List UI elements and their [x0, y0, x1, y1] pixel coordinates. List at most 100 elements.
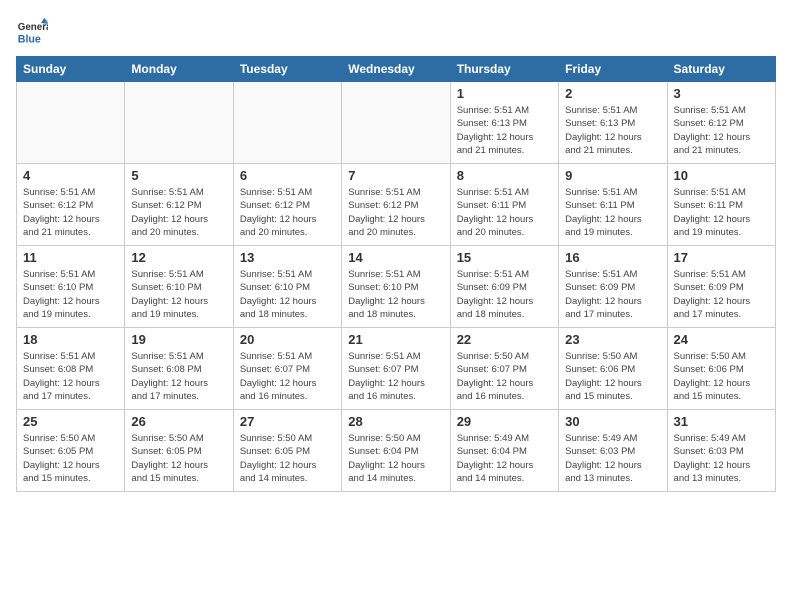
calendar-cell: 5Sunrise: 5:51 AMSunset: 6:12 PMDaylight…: [125, 164, 233, 246]
day-number: 14: [348, 250, 443, 265]
logo: General Blue: [16, 16, 52, 48]
calendar-header-row: SundayMondayTuesdayWednesdayThursdayFrid…: [17, 57, 776, 82]
day-number: 18: [23, 332, 118, 347]
weekday-header: Sunday: [17, 57, 125, 82]
day-info: Sunrise: 5:50 AMSunset: 6:05 PMDaylight:…: [131, 432, 226, 485]
day-info: Sunrise: 5:51 AMSunset: 6:11 PMDaylight:…: [565, 186, 660, 239]
calendar-cell: 3 Sunrise: 5:51 AMSunset: 6:12 PMDaylight…: [667, 82, 775, 164]
calendar-cell: 26 Sunrise: 5:50 AMSunset: 6:05 PMDayligh…: [125, 410, 233, 492]
day-info: Sunrise: 5:50 AMSunset: 6:06 PMDaylight:…: [674, 350, 769, 403]
day-info: Sunrise: 5:51 AMSunset: 6:11 PMDaylight:…: [674, 186, 769, 239]
calendar-cell: 17 Sunrise: 5:51 AMSunset: 6:09 PMDayligh…: [667, 246, 775, 328]
day-info: Sunrise: 5:51 AMSunset: 6:08 PMDaylight:…: [131, 350, 226, 403]
calendar-cell: [125, 82, 233, 164]
day-number: 17: [674, 250, 769, 265]
calendar-cell: 9 Sunrise: 5:51 AMSunset: 6:11 PMDaylight…: [559, 164, 667, 246]
day-info: Sunrise: 5:51 AMSunset: 6:13 PMDaylight:…: [565, 104, 660, 157]
day-number: 25: [23, 414, 118, 429]
day-info: Sunrise: 5:50 AMSunset: 6:07 PMDaylight:…: [457, 350, 552, 403]
day-number: 3: [674, 86, 769, 101]
calendar-cell: 16 Sunrise: 5:51 AMSunset: 6:09 PMDayligh…: [559, 246, 667, 328]
day-number: 1: [457, 86, 552, 101]
calendar-cell: 18 Sunrise: 5:51 AMSunset: 6:08 PMDayligh…: [17, 328, 125, 410]
calendar-cell: 21 Sunrise: 5:51 AMSunset: 6:07 PMDayligh…: [342, 328, 450, 410]
page-header: General Blue: [16, 16, 776, 48]
weekday-header: Wednesday: [342, 57, 450, 82]
weekday-header: Thursday: [450, 57, 558, 82]
weekday-header: Saturday: [667, 57, 775, 82]
calendar-cell: [17, 82, 125, 164]
day-number: 7: [348, 168, 443, 183]
calendar-cell: 4 Sunrise: 5:51 AMSunset: 6:12 PMDaylight…: [17, 164, 125, 246]
calendar-week-row: 4 Sunrise: 5:51 AMSunset: 6:12 PMDaylight…: [17, 164, 776, 246]
day-info: Sunrise: 5:51 AMSunset: 6:08 PMDaylight:…: [23, 350, 118, 403]
calendar-cell: 12Sunrise: 5:51 AMSunset: 6:10 PMDayligh…: [125, 246, 233, 328]
calendar-week-row: 1 Sunrise: 5:51 AMSunset: 6:13 PMDaylight…: [17, 82, 776, 164]
day-info: Sunrise: 5:51 AMSunset: 6:13 PMDaylight:…: [457, 104, 552, 157]
calendar-cell: 8 Sunrise: 5:51 AMSunset: 6:11 PMDaylight…: [450, 164, 558, 246]
logo-icon: General Blue: [16, 16, 48, 48]
day-number: 16: [565, 250, 660, 265]
calendar-cell: [233, 82, 341, 164]
weekday-header: Monday: [125, 57, 233, 82]
day-info: Sunrise: 5:51 AMSunset: 6:10 PMDaylight:…: [348, 268, 443, 321]
day-number: 8: [457, 168, 552, 183]
day-info: Sunrise: 5:51 AMSunset: 6:09 PMDaylight:…: [565, 268, 660, 321]
calendar-cell: 28 Sunrise: 5:50 AMSunset: 6:04 PMDayligh…: [342, 410, 450, 492]
calendar-body: 1 Sunrise: 5:51 AMSunset: 6:13 PMDaylight…: [17, 82, 776, 492]
calendar-table: SundayMondayTuesdayWednesdayThursdayFrid…: [16, 56, 776, 492]
day-info: Sunrise: 5:51 AMSunset: 6:07 PMDaylight:…: [348, 350, 443, 403]
weekday-header: Friday: [559, 57, 667, 82]
calendar-cell: 27 Sunrise: 5:50 AMSunset: 6:05 PMDayligh…: [233, 410, 341, 492]
calendar-cell: 20 Sunrise: 5:51 AMSunset: 6:07 PMDayligh…: [233, 328, 341, 410]
day-number: 23: [565, 332, 660, 347]
calendar-week-row: 18 Sunrise: 5:51 AMSunset: 6:08 PMDayligh…: [17, 328, 776, 410]
day-info: Sunrise: 5:51 AMSunset: 6:12 PMDaylight:…: [23, 186, 118, 239]
day-info: Sunrise: 5:51 AMSunset: 6:10 PMDaylight:…: [240, 268, 335, 321]
day-number: 20: [240, 332, 335, 347]
day-info: Sunrise: 5:50 AMSunset: 6:06 PMDaylight:…: [565, 350, 660, 403]
day-number: 2: [565, 86, 660, 101]
day-info: Sunrise: 5:51 AMSunset: 6:12 PMDaylight:…: [131, 186, 226, 239]
day-number: 19: [131, 332, 226, 347]
calendar-week-row: 11 Sunrise: 5:51 AMSunset: 6:10 PMDayligh…: [17, 246, 776, 328]
calendar-cell: 29 Sunrise: 5:49 AMSunset: 6:04 PMDayligh…: [450, 410, 558, 492]
calendar-cell: 11 Sunrise: 5:51 AMSunset: 6:10 PMDayligh…: [17, 246, 125, 328]
calendar-cell: 24Sunrise: 5:50 AMSunset: 6:06 PMDayligh…: [667, 328, 775, 410]
day-number: 22: [457, 332, 552, 347]
calendar-cell: 15 Sunrise: 5:51 AMSunset: 6:09 PMDayligh…: [450, 246, 558, 328]
day-number: 30: [565, 414, 660, 429]
day-info: Sunrise: 5:51 AMSunset: 6:12 PMDaylight:…: [240, 186, 335, 239]
day-number: 26: [131, 414, 226, 429]
day-info: Sunrise: 5:51 AMSunset: 6:10 PMDaylight:…: [23, 268, 118, 321]
day-info: Sunrise: 5:51 AMSunset: 6:12 PMDaylight:…: [348, 186, 443, 239]
calendar-cell: 2 Sunrise: 5:51 AMSunset: 6:13 PMDaylight…: [559, 82, 667, 164]
day-number: 6: [240, 168, 335, 183]
day-info: Sunrise: 5:50 AMSunset: 6:05 PMDaylight:…: [23, 432, 118, 485]
day-number: 9: [565, 168, 660, 183]
calendar-cell: 25 Sunrise: 5:50 AMSunset: 6:05 PMDayligh…: [17, 410, 125, 492]
day-number: 29: [457, 414, 552, 429]
calendar-cell: 19 Sunrise: 5:51 AMSunset: 6:08 PMDayligh…: [125, 328, 233, 410]
day-info: Sunrise: 5:51 AMSunset: 6:07 PMDaylight:…: [240, 350, 335, 403]
day-info: Sunrise: 5:51 AMSunset: 6:09 PMDaylight:…: [674, 268, 769, 321]
day-number: 13: [240, 250, 335, 265]
day-number: 21: [348, 332, 443, 347]
day-number: 12: [131, 250, 226, 265]
day-info: Sunrise: 5:51 AMSunset: 6:11 PMDaylight:…: [457, 186, 552, 239]
day-info: Sunrise: 5:49 AMSunset: 6:04 PMDaylight:…: [457, 432, 552, 485]
svg-text:Blue: Blue: [18, 34, 41, 46]
calendar-cell: 23 Sunrise: 5:50 AMSunset: 6:06 PMDayligh…: [559, 328, 667, 410]
day-number: 27: [240, 414, 335, 429]
day-number: 11: [23, 250, 118, 265]
day-info: Sunrise: 5:50 AMSunset: 6:04 PMDaylight:…: [348, 432, 443, 485]
day-number: 10: [674, 168, 769, 183]
day-number: 15: [457, 250, 552, 265]
day-number: 4: [23, 168, 118, 183]
calendar-cell: 30Sunrise: 5:49 AMSunset: 6:03 PMDayligh…: [559, 410, 667, 492]
day-info: Sunrise: 5:50 AMSunset: 6:05 PMDaylight:…: [240, 432, 335, 485]
day-number: 28: [348, 414, 443, 429]
day-info: Sunrise: 5:51 AMSunset: 6:12 PMDaylight:…: [674, 104, 769, 157]
day-info: Sunrise: 5:51 AMSunset: 6:09 PMDaylight:…: [457, 268, 552, 321]
day-number: 31: [674, 414, 769, 429]
